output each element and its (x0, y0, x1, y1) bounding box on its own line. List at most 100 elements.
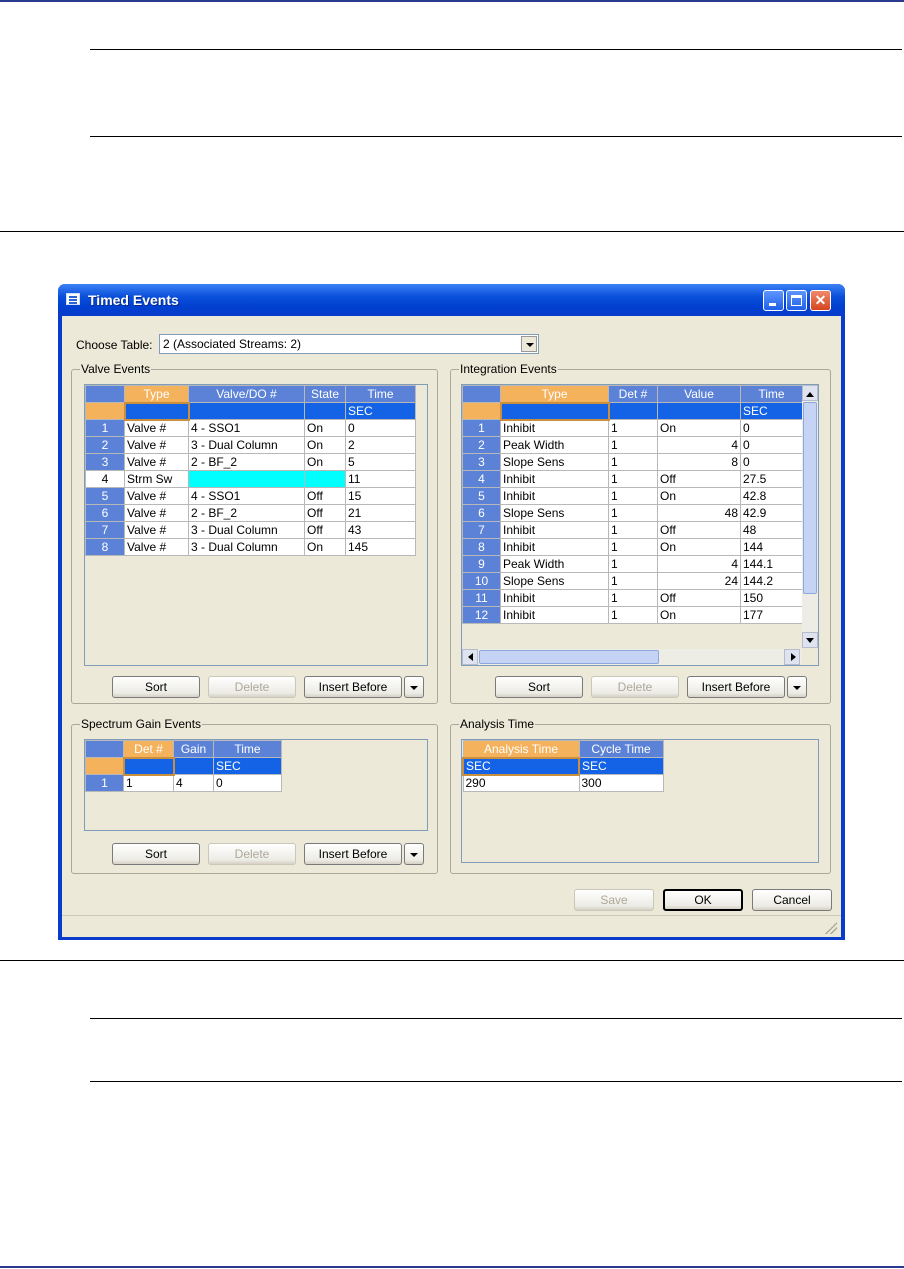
cell-type[interactable]: Slope Sens (500, 504, 609, 522)
cell-type[interactable]: Inhibit (500, 487, 609, 505)
column-header-cycle-time[interactable]: Cycle Time (578, 740, 664, 758)
maximize-button[interactable] (786, 290, 807, 311)
column-header-valve[interactable]: Valve/DO # (188, 385, 305, 403)
cell-det[interactable]: 1 (608, 538, 658, 556)
cell-det[interactable]: 1 (123, 774, 174, 792)
cell-det[interactable]: 1 (608, 572, 658, 590)
cell-time[interactable]: 2 (345, 436, 416, 454)
horizontal-scroll-thumb[interactable] (479, 650, 659, 664)
unit-cell[interactable] (304, 402, 346, 420)
cell-type[interactable]: Peak Width (500, 436, 609, 454)
table-row[interactable]: 1 Valve #4 - SSO1 On 0 (85, 419, 416, 437)
column-header-state[interactable]: State (304, 385, 346, 403)
cell-det[interactable]: 1 (608, 453, 658, 471)
cancel-button[interactable]: Cancel (752, 889, 832, 911)
spectrum-insert-before-button[interactable]: Insert Before (304, 843, 402, 865)
table-row[interactable]: 12 Inhibit 1 On 177 (462, 606, 803, 624)
cell-time[interactable]: 43 (345, 521, 416, 539)
cell-valve[interactable]: 2 - BF_2 (188, 453, 305, 471)
scroll-up-icon[interactable] (802, 385, 818, 401)
cell-gain[interactable]: 4 (173, 774, 214, 792)
row-number[interactable]: 4 (85, 470, 125, 488)
title-bar[interactable]: Timed Events ✕ (58, 284, 845, 316)
column-header-value[interactable]: Value (657, 385, 741, 403)
row-number[interactable]: 1 (85, 419, 125, 437)
scroll-left-icon[interactable] (462, 649, 478, 665)
column-header-analysis-time[interactable]: Analysis Time (462, 740, 580, 758)
cell-state[interactable]: On (304, 436, 346, 454)
cell-state[interactable]: On (304, 453, 346, 471)
cell-value[interactable]: 4 (657, 555, 741, 573)
valve-sort-button[interactable]: Sort (112, 676, 200, 698)
cell-time[interactable]: 0 (740, 436, 803, 454)
column-header-type[interactable]: Type (124, 385, 189, 403)
cell-type[interactable]: Valve # (124, 521, 189, 539)
save-button[interactable]: Save (574, 889, 654, 911)
cell-time[interactable]: 144.2 (740, 572, 803, 590)
unit-cell[interactable] (657, 402, 741, 420)
cell-value[interactable]: On (657, 538, 741, 556)
unit-cell[interactable]: SEC (213, 757, 282, 775)
column-header-det[interactable]: Det # (608, 385, 658, 403)
horizontal-scrollbar[interactable] (462, 649, 802, 665)
table-row[interactable]: 8 Inhibit 1 On 144 (462, 538, 803, 556)
table-row[interactable]: 4 Inhibit 1 Off 27.5 (462, 470, 803, 488)
cell-type[interactable]: Inhibit (500, 521, 609, 539)
row-number[interactable]: 8 (85, 538, 125, 556)
cell-valve[interactable]: 3 - Dual Column (188, 436, 305, 454)
cycle-time-value[interactable]: 300 (578, 774, 664, 792)
cell-time[interactable]: 27.5 (740, 470, 803, 488)
cell-type[interactable]: Inhibit (500, 606, 609, 624)
cell-state[interactable]: On (304, 538, 346, 556)
row-number[interactable]: 4 (462, 470, 501, 488)
resize-grip-icon[interactable] (825, 922, 837, 934)
table-row[interactable]: 290 300 (462, 774, 664, 792)
table-row[interactable]: 9 Peak Width 1 4 144.1 (462, 555, 803, 573)
row-number[interactable]: 1 (462, 419, 501, 437)
integration-events-grid[interactable]: Type Det # Value Time SEC 1 Inhibit 1 On 0 2… (461, 384, 819, 666)
row-number[interactable]: 10 (462, 572, 501, 590)
cell-time[interactable]: 21 (345, 504, 416, 522)
unit-cell[interactable] (499, 401, 610, 421)
cell-valve[interactable]: 4 - SSO1 (188, 487, 305, 505)
row-number[interactable]: 6 (462, 504, 501, 522)
cell-value[interactable]: 8 (657, 453, 741, 471)
table-row[interactable]: 8 Valve #3 - Dual Column On 145 (85, 538, 416, 556)
unit-cell[interactable] (173, 757, 214, 775)
spectrum-insert-dropdown-icon[interactable] (404, 843, 424, 865)
row-number[interactable]: 1 (85, 774, 124, 792)
table-row[interactable]: 7 Valve #3 - Dual Column Off 43 (85, 521, 416, 539)
table-row[interactable]: 3 Slope Sens 1 8 0 (462, 453, 803, 471)
cell-time[interactable]: 145 (345, 538, 416, 556)
cell-time[interactable]: 0 (345, 419, 416, 437)
cell-time[interactable]: 150 (740, 589, 803, 607)
table-row[interactable]: 5 Valve #4 - SSO1 Off 15 (85, 487, 416, 505)
cell-det[interactable]: 1 (608, 419, 658, 437)
cell-type[interactable]: Inhibit (500, 538, 609, 556)
unit-cell[interactable] (188, 402, 305, 420)
cell-type[interactable]: Inhibit (500, 419, 609, 437)
table-row[interactable]: 10 Slope Sens 1 24 144.2 (462, 572, 803, 590)
cell-state[interactable]: Off (304, 504, 346, 522)
spectrum-sort-button[interactable]: Sort (112, 843, 200, 865)
table-row[interactable]: 1 Inhibit 1 On 0 (462, 419, 803, 437)
cell-type[interactable]: Valve # (124, 538, 189, 556)
cell-type[interactable]: Inhibit (500, 470, 609, 488)
cell-value[interactable]: 48 (657, 504, 741, 522)
table-row[interactable]: 1140 (85, 774, 282, 792)
row-number[interactable]: 7 (85, 521, 125, 539)
table-row[interactable]: 2 Valve #3 - Dual Column On 2 (85, 436, 416, 454)
scroll-right-icon[interactable] (784, 649, 800, 665)
cell-det[interactable]: 1 (608, 504, 658, 522)
cell-time[interactable]: 42.8 (740, 487, 803, 505)
column-header-det[interactable]: Det # (123, 740, 174, 758)
cell-value[interactable]: On (657, 487, 741, 505)
valve-delete-button[interactable]: Delete (208, 676, 296, 698)
scroll-thumb[interactable] (803, 402, 817, 594)
cell-type[interactable]: Valve # (124, 436, 189, 454)
cell-type[interactable]: Valve # (124, 504, 189, 522)
cell-type[interactable]: Valve # (124, 453, 189, 471)
cell-time[interactable]: 5 (345, 453, 416, 471)
row-number[interactable]: 5 (85, 487, 125, 505)
vertical-scrollbar[interactable] (802, 385, 818, 648)
